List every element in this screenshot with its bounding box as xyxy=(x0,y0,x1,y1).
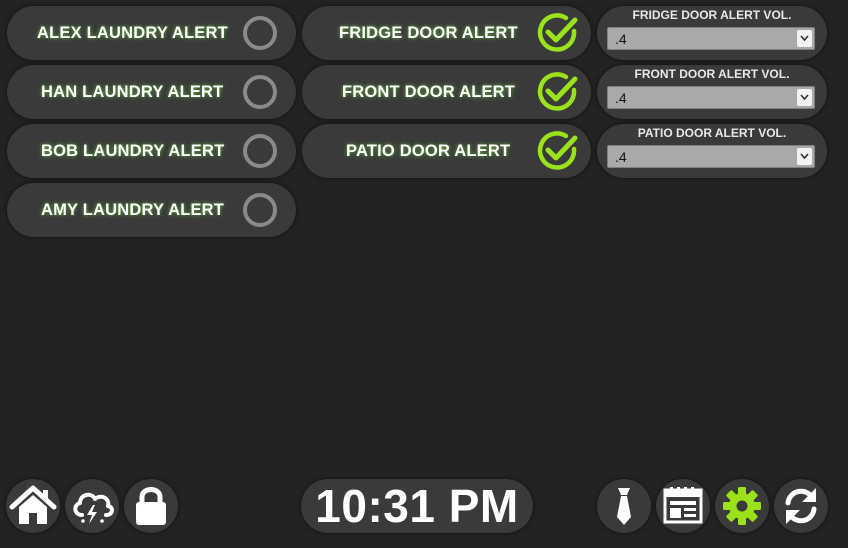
refresh-button[interactable] xyxy=(774,479,828,533)
lock-button[interactable] xyxy=(124,479,178,533)
volume-select[interactable]: .4 xyxy=(607,27,815,50)
refresh-icon xyxy=(785,488,817,524)
toggle-off-circle-icon xyxy=(243,193,277,227)
weather-button[interactable] xyxy=(65,479,119,533)
alert-label: PATIO DOOR ALERT xyxy=(346,141,511,160)
volume-title: PATIO DOOR ALERT VOL. xyxy=(637,126,787,140)
alert-toggle-amy-laundry[interactable]: AMY LAUNDRY ALERT xyxy=(7,183,296,237)
alert-label: BOB LAUNDRY ALERT xyxy=(41,141,225,160)
alert-label: HAN LAUNDRY ALERT xyxy=(41,82,224,101)
volume-control-front-door: FRONT DOOR ALERT VOL. .4 xyxy=(597,65,827,119)
settings-button[interactable] xyxy=(715,479,769,533)
alert-toggle-patio-door[interactable]: PATIO DOOR ALERT xyxy=(302,124,591,178)
clock-time: 10:31 PM xyxy=(315,480,519,532)
volume-control-fridge-door: FRIDGE DOOR ALERT VOL. .4 xyxy=(597,6,827,60)
home-icon xyxy=(9,485,57,524)
gear-icon xyxy=(723,487,761,525)
chevron-down-icon xyxy=(797,89,812,106)
storm-cloud-icon xyxy=(73,492,114,524)
alert-label: ALEX LAUNDRY ALERT xyxy=(37,23,228,42)
dress-code-button[interactable] xyxy=(597,479,651,533)
home-button[interactable] xyxy=(6,479,60,533)
alert-toggle-front-door[interactable]: FRONT DOOR ALERT xyxy=(302,65,591,119)
tie-icon xyxy=(617,488,631,525)
volume-value: .4 xyxy=(615,90,627,106)
alert-label: FRONT DOOR ALERT xyxy=(342,82,516,101)
volume-control-patio-door: PATIO DOOR ALERT VOL. .4 xyxy=(597,124,827,178)
alert-toggle-fridge-door[interactable]: FRIDGE DOOR ALERT xyxy=(302,6,591,60)
chevron-down-icon xyxy=(797,148,812,165)
calendar-icon xyxy=(663,487,703,524)
dashboard: ALEX LAUNDRY ALERT HAN LAUNDRY ALERT BOB… xyxy=(0,0,848,548)
toggle-off-circle-icon xyxy=(243,16,277,50)
lock-icon xyxy=(136,487,166,525)
toggle-off-circle-icon xyxy=(243,134,277,168)
alert-label: AMY LAUNDRY ALERT xyxy=(41,200,225,219)
check-circle-icon xyxy=(537,72,578,111)
volume-value: .4 xyxy=(615,31,627,47)
volume-title: FRIDGE DOOR ALERT VOL. xyxy=(632,8,792,22)
calendar-button[interactable] xyxy=(656,479,710,533)
check-circle-icon xyxy=(537,13,578,52)
toggle-off-circle-icon xyxy=(243,75,277,109)
volume-value: .4 xyxy=(615,149,627,165)
alert-toggle-alex-laundry[interactable]: ALEX LAUNDRY ALERT xyxy=(7,6,296,60)
chevron-down-icon xyxy=(797,30,812,47)
alert-label: FRIDGE DOOR ALERT xyxy=(339,23,518,42)
clock-display: 10:31 PM xyxy=(301,479,533,533)
volume-select[interactable]: .4 xyxy=(607,86,815,109)
volume-title: FRONT DOOR ALERT VOL. xyxy=(634,67,790,81)
check-circle-icon xyxy=(537,131,578,170)
volume-select[interactable]: .4 xyxy=(607,145,815,168)
alert-toggle-han-laundry[interactable]: HAN LAUNDRY ALERT xyxy=(7,65,296,119)
alert-toggle-bob-laundry[interactable]: BOB LAUNDRY ALERT xyxy=(7,124,296,178)
